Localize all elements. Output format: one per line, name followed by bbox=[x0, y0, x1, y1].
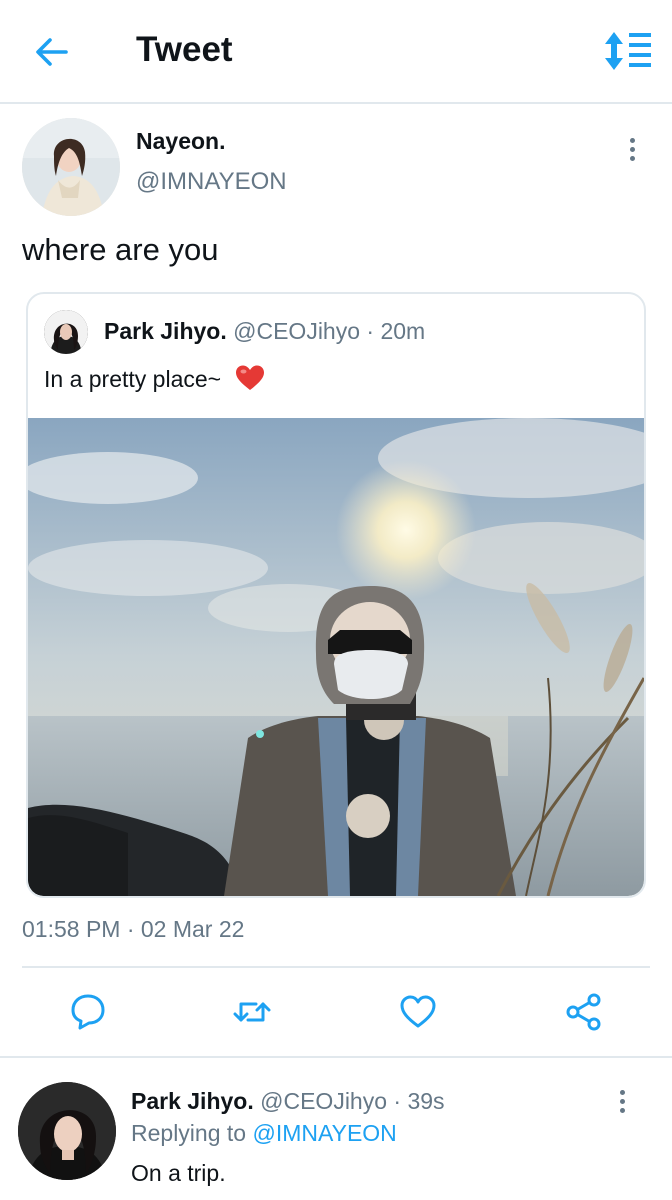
quoted-header: Park Jihyo. @CEOJihyo · 20m bbox=[104, 318, 425, 345]
reply-text: On a trip. bbox=[131, 1160, 226, 1186]
quoted-author-name: Park Jihyo. bbox=[104, 318, 227, 344]
reply-time: · 39s bbox=[393, 1088, 445, 1114]
author-name[interactable]: Nayeon. bbox=[136, 128, 225, 155]
reply-author-handle[interactable]: @CEOJihyo bbox=[260, 1088, 387, 1114]
reply-profile-photo bbox=[18, 1082, 116, 1180]
more-options-button[interactable] bbox=[618, 136, 646, 166]
replying-to-prefix: Replying to bbox=[131, 1120, 247, 1146]
reply-author-name[interactable]: Park Jihyo. bbox=[131, 1088, 254, 1114]
comment-icon bbox=[71, 994, 105, 1030]
top-bar: Tweet bbox=[0, 0, 672, 104]
retweet-button[interactable] bbox=[232, 990, 272, 1034]
quoted-time: · 20m bbox=[366, 318, 426, 344]
divider bbox=[0, 1056, 672, 1058]
arrow-left-icon bbox=[36, 38, 68, 66]
quoted-profile-photo bbox=[44, 310, 88, 354]
author-handle[interactable]: @IMNAYEON bbox=[136, 168, 287, 196]
sort-button[interactable] bbox=[604, 30, 654, 72]
quoted-author-handle: @CEOJihyo bbox=[233, 318, 361, 344]
reply-header: Park Jihyo. @CEOJihyo · 39s bbox=[131, 1088, 445, 1115]
retweet-icon bbox=[233, 1002, 271, 1022]
avatar[interactable] bbox=[22, 118, 120, 216]
more-vertical-icon bbox=[608, 1088, 636, 1113]
quoted-photo[interactable] bbox=[28, 418, 644, 896]
reply-button[interactable] bbox=[68, 990, 108, 1034]
sort-lines-icon bbox=[605, 32, 651, 70]
share-icon bbox=[566, 993, 601, 1031]
like-button[interactable] bbox=[398, 990, 438, 1034]
profile-photo bbox=[22, 118, 120, 216]
replying-to-handle[interactable]: @IMNAYEON bbox=[252, 1120, 396, 1146]
divider bbox=[22, 966, 650, 968]
share-button[interactable] bbox=[564, 990, 604, 1034]
replying-to: Replying to @IMNAYEON bbox=[131, 1120, 397, 1147]
quoted-tweet[interactable]: Park Jihyo. @CEOJihyo · 20m In a pretty … bbox=[26, 292, 646, 898]
quoted-avatar bbox=[44, 310, 88, 354]
photo-person-by-sea bbox=[28, 418, 644, 896]
quoted-text: In a pretty place~ bbox=[44, 366, 222, 392]
heart-icon bbox=[400, 995, 436, 1028]
tweet-text: where are you bbox=[22, 232, 219, 267]
more-vertical-icon bbox=[618, 136, 646, 161]
quoted-text-row: In a pretty place~ bbox=[44, 364, 265, 393]
back-button[interactable] bbox=[30, 32, 74, 72]
red-heart-emoji bbox=[236, 365, 265, 390]
reply-avatar[interactable] bbox=[18, 1082, 116, 1180]
tweet-timestamp: 01:58 PM · 02 Mar 22 bbox=[22, 916, 245, 942]
reply-more-options-button[interactable] bbox=[608, 1088, 636, 1118]
page-title: Tweet bbox=[136, 30, 233, 69]
